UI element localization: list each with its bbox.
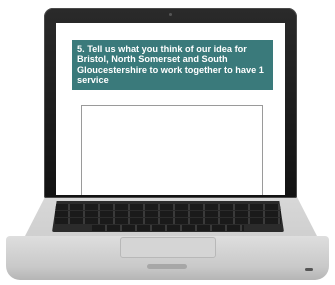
keyboard	[52, 201, 284, 232]
trackpad	[120, 237, 216, 258]
keyboard-row	[55, 211, 281, 217]
power-indicator-icon	[305, 268, 313, 271]
laptop-screen: 5. Tell us what you think of our idea fo…	[56, 23, 285, 195]
keyboard-space-row	[92, 225, 244, 231]
webcam-icon	[169, 13, 172, 16]
front-notch	[147, 264, 187, 269]
survey-question: 5. Tell us what you think of our idea fo…	[72, 40, 273, 91]
answer-text-area[interactable]	[81, 105, 263, 195]
keyboard-row	[55, 218, 281, 224]
laptop-lid: 5. Tell us what you think of our idea fo…	[44, 8, 297, 198]
laptop-photo: 5. Tell us what you think of our idea fo…	[0, 0, 335, 285]
keyboard-row	[55, 204, 281, 210]
